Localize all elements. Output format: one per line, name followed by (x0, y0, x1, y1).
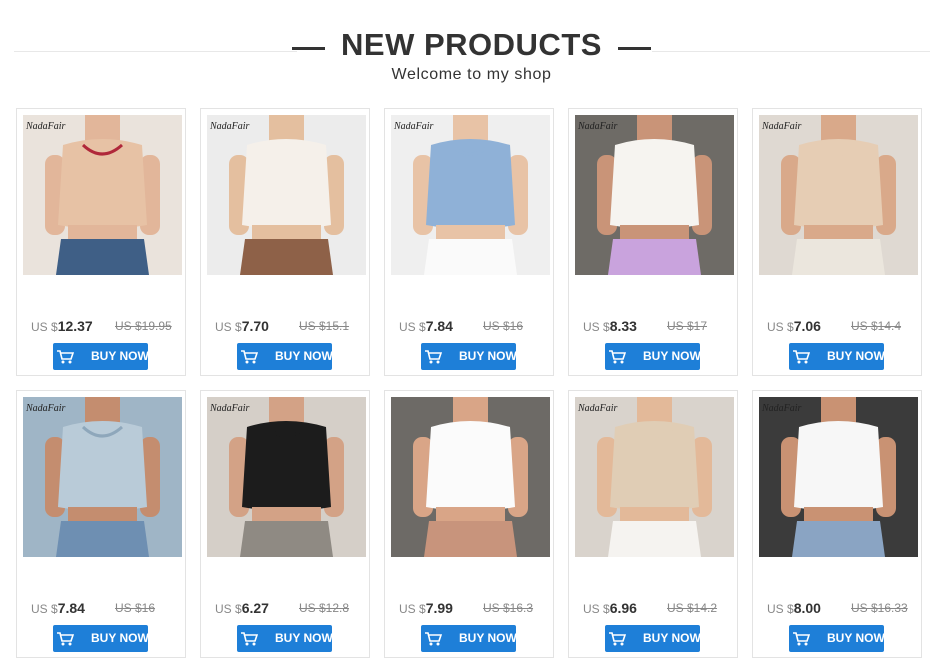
price-amount: 8.33 (609, 318, 637, 334)
price-amount: 7.99 (425, 600, 453, 616)
section-title: NEW PRODUCTS (341, 27, 602, 62)
product-image[interactable] (391, 397, 550, 557)
original-price: US $14.2 (667, 601, 718, 615)
price-row: US $7.70 US $15.1 (215, 318, 365, 336)
buy-now-label: BUY NOW (275, 349, 332, 363)
price-currency: US $ (767, 602, 794, 616)
product-card[interactable]: NadaFair US $7.84 US $16 BUY NOW (16, 390, 186, 658)
price-row: US $8.00 US $16.33 (767, 600, 917, 618)
brand-watermark: NadaFair (578, 403, 618, 414)
buy-now-label: BUY NOW (91, 631, 148, 645)
price-row: US $7.99 US $16.3 (399, 600, 549, 618)
product-image[interactable]: NadaFair (575, 397, 734, 557)
buy-now-label: BUY NOW (91, 349, 148, 363)
buy-now-button[interactable]: BUY NOW (237, 343, 332, 370)
price-currency: US $ (583, 602, 610, 616)
buy-now-label: BUY NOW (643, 631, 700, 645)
price-currency: US $ (215, 602, 242, 616)
price-currency: US $ (215, 320, 242, 334)
buy-now-button[interactable]: BUY NOW (789, 343, 884, 370)
price-row: US $12.37 US $19.95 (31, 318, 181, 336)
product-card[interactable]: NadaFair US $8.33 US $17 BUY NOW (568, 108, 738, 376)
original-price: US $14.4 (851, 319, 902, 333)
price-currency: US $ (31, 602, 58, 616)
product-card[interactable]: NadaFair US $7.06 US $14.4 BUY NOW (752, 108, 922, 376)
price-amount: 12.37 (57, 318, 93, 334)
product-card[interactable]: NadaFair US $12.37 US $19.95 BUY NOW (16, 108, 186, 376)
buy-now-button[interactable]: BUY NOW (421, 625, 516, 652)
original-price: US $16 (115, 601, 156, 615)
product-image[interactable]: NadaFair (207, 115, 366, 275)
original-price: US $15.1 (299, 319, 350, 333)
buy-now-label: BUY NOW (459, 349, 516, 363)
original-price: US $16.33 (851, 601, 908, 615)
price-amount: 7.84 (425, 318, 453, 334)
brand-watermark: NadaFair (210, 403, 250, 414)
price-currency: US $ (767, 320, 794, 334)
price-amount: 7.70 (241, 318, 269, 334)
buy-now-button[interactable]: BUY NOW (53, 625, 148, 652)
product-image[interactable]: NadaFair (759, 397, 918, 557)
product-card[interactable]: NadaFair US $7.84 US $16 BUY NOW (384, 108, 554, 376)
product-card[interactable]: NadaFair US $6.96 US $14.2 BUY NOW (568, 390, 738, 658)
product-card[interactable]: NadaFair US $6.27 US $12.8 BUY NOW (200, 390, 370, 658)
brand-watermark: NadaFair (578, 121, 618, 132)
product-image[interactable]: NadaFair (575, 115, 734, 275)
price-row: US $8.33 US $17 (583, 318, 733, 336)
buy-now-button[interactable]: BUY NOW (421, 343, 516, 370)
price-row: US $7.06 US $14.4 (767, 318, 917, 336)
buy-now-button[interactable]: BUY NOW (789, 625, 884, 652)
buy-now-button[interactable]: BUY NOW (237, 625, 332, 652)
product-image[interactable]: NadaFair (759, 115, 918, 275)
price-row: US $7.84 US $16 (399, 318, 549, 336)
price-currency: US $ (399, 602, 426, 616)
buy-now-button[interactable]: BUY NOW (53, 343, 148, 370)
original-price: US $12.8 (299, 601, 350, 615)
buy-now-label: BUY NOW (643, 349, 700, 363)
brand-watermark: NadaFair (210, 121, 250, 132)
price-amount: 6.96 (609, 600, 637, 616)
price-currency: US $ (583, 320, 610, 334)
brand-watermark: NadaFair (762, 121, 802, 132)
price-currency: US $ (31, 320, 58, 334)
buy-now-label: BUY NOW (827, 349, 884, 363)
price-amount: 6.27 (241, 600, 269, 616)
product-card[interactable]: NadaFair US $7.70 US $15.1 BUY NOW (200, 108, 370, 376)
original-price: US $19.95 (115, 319, 172, 333)
buy-now-button[interactable]: BUY NOW (605, 343, 700, 370)
buy-now-label: BUY NOW (459, 631, 516, 645)
price-row: US $6.96 US $14.2 (583, 600, 733, 618)
brand-watermark: NadaFair (394, 121, 434, 132)
product-image[interactable]: NadaFair (23, 115, 182, 275)
price-row: US $6.27 US $12.8 (215, 600, 365, 618)
brand-watermark: NadaFair (762, 403, 802, 414)
price-currency: US $ (399, 320, 426, 334)
section-subtitle: Welcome to my shop (391, 66, 552, 83)
product-image[interactable]: NadaFair (207, 397, 366, 557)
buy-now-label: BUY NOW (275, 631, 332, 645)
original-price: US $17 (667, 319, 708, 333)
buy-now-button[interactable]: BUY NOW (605, 625, 700, 652)
price-amount: 7.84 (57, 600, 85, 616)
price-row: US $7.84 US $16 (31, 600, 181, 618)
product-card[interactable]: US $7.99 US $16.3 BUY NOW (384, 390, 554, 658)
price-amount: 8.00 (793, 600, 821, 616)
brand-watermark: NadaFair (26, 121, 66, 132)
product-image[interactable]: NadaFair (23, 397, 182, 557)
buy-now-label: BUY NOW (827, 631, 884, 645)
brand-watermark: NadaFair (26, 403, 66, 414)
product-image[interactable]: NadaFair (391, 115, 550, 275)
price-amount: 7.06 (793, 318, 821, 334)
original-price: US $16.3 (483, 601, 534, 615)
original-price: US $16 (483, 319, 524, 333)
product-card[interactable]: NadaFair US $8.00 US $16.33 BUY NOW (752, 390, 922, 658)
